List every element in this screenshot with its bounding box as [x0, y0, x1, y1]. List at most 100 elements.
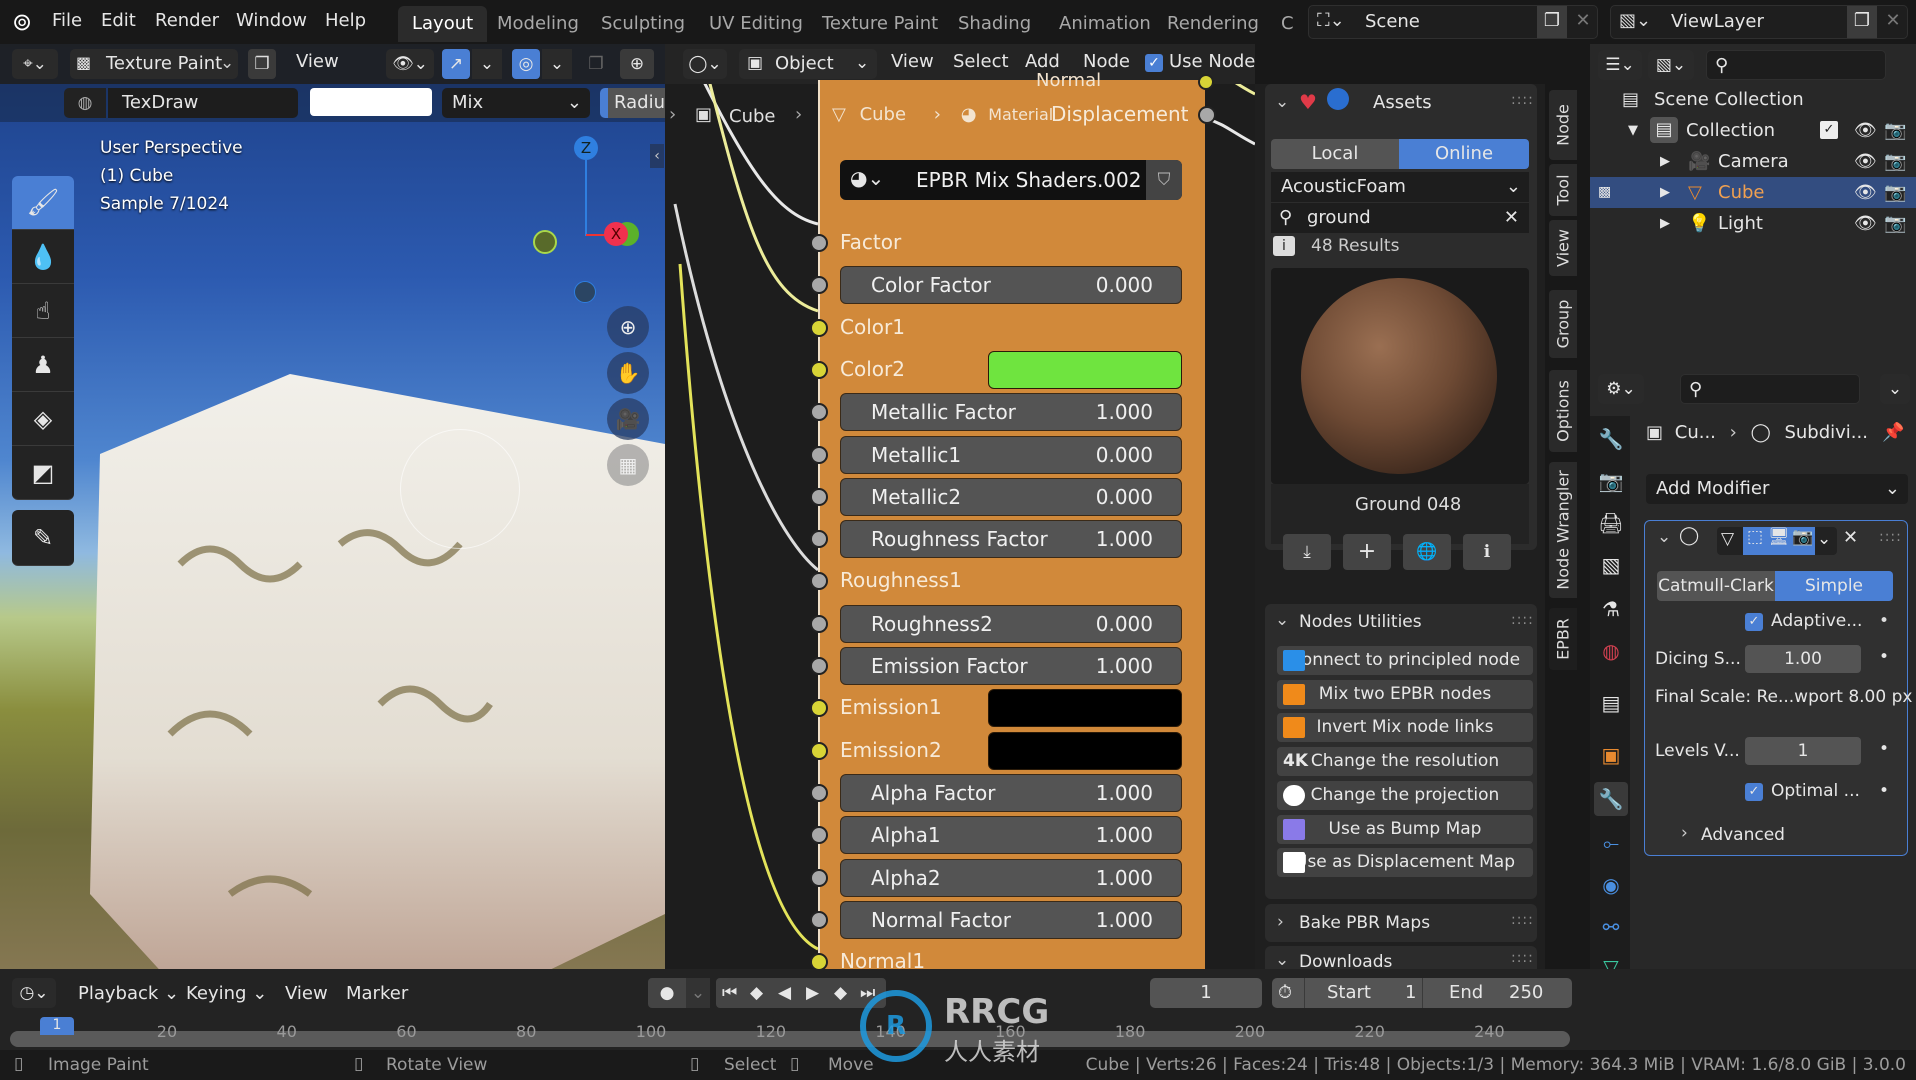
brush-icon[interactable]: ◍	[64, 88, 106, 118]
breadcrumb-object[interactable]: Cube	[729, 106, 775, 127]
levels-viewport-field[interactable]: 1	[1745, 737, 1861, 765]
utility-button[interactable]: Invert Mix node links	[1277, 713, 1533, 743]
open-website-button[interactable]: 🌐	[1403, 534, 1451, 570]
axis-neg-y-gizmo[interactable]	[533, 230, 557, 254]
auto-keying-toggle[interactable]: ●	[648, 978, 686, 1008]
input-socket[interactable]	[810, 784, 828, 802]
subdivision-type-simple[interactable]: Simple	[1775, 571, 1893, 601]
color-swatch[interactable]	[988, 351, 1182, 389]
3d-viewport[interactable]: ⌖⌄ ▩ Texture Paint ⌄ ❐ View 👁⌄ ↗ ⌄ ◎ ⌄ ❐…	[0, 44, 665, 969]
workspace-tab-compositing[interactable]: C	[1267, 6, 1308, 42]
eye-icon[interactable]: 👁	[1854, 115, 1877, 146]
remove-modifier-icon[interactable]: ✕	[1843, 527, 1858, 548]
tool-properties-tab[interactable]: 🔧	[1594, 422, 1628, 456]
view-layer-selector[interactable]: ▧⌄ ViewLayer ❐ ✕	[1610, 5, 1908, 39]
add-asset-button[interactable]: +	[1343, 534, 1391, 570]
scene-properties-tab[interactable]: ⚗	[1594, 592, 1628, 626]
expand-triangle-icon[interactable]: ▶	[1660, 146, 1670, 177]
breadcrumb-mesh[interactable]: Cube	[860, 104, 906, 125]
keyframe-dot-icon[interactable]: •	[1879, 647, 1889, 667]
workspace-tab-modeling[interactable]: Modeling	[483, 6, 593, 42]
workspace-tab-shading[interactable]: Shading	[944, 6, 1045, 42]
smear-tool[interactable]: ☝	[12, 284, 74, 338]
node-input-field[interactable]: Alpha2 1.000	[840, 859, 1182, 897]
shader-node-editor[interactable]: ◯⌄ ▣ Object ⌄ View Select Add Node ✓ Use…	[665, 44, 1255, 969]
render-camera-icon[interactable]: 📷	[1884, 146, 1906, 177]
texture-slot-icon[interactable]: ❐	[248, 49, 276, 79]
viewport-view-menu[interactable]: View	[296, 51, 339, 72]
asset-category-dropdown[interactable]: AcousticFoam ⌄	[1271, 172, 1529, 202]
pin-icon[interactable]: 📌	[1882, 422, 1904, 443]
menu-help[interactable]: Help	[325, 10, 366, 31]
start-frame-field[interactable]: Start 1	[1304, 978, 1422, 1008]
utility-button[interactable]: Use as Bump Map	[1277, 814, 1533, 844]
play-reverse-icon[interactable]: ◀	[778, 978, 791, 1008]
current-frame-indicator[interactable]: 1	[40, 1017, 74, 1035]
viewport-toggle-icon[interactable]: 🖥	[1767, 527, 1791, 555]
mask-tool[interactable]: ◩	[12, 446, 74, 500]
ortho-toggle-button[interactable]: ▦	[607, 444, 649, 486]
input-socket[interactable]	[810, 530, 828, 548]
jump-start-icon[interactable]: ⏮	[722, 978, 737, 1008]
marker-menu[interactable]: Marker	[346, 983, 408, 1004]
outliner-item[interactable]: ▶ 💡 Light 👁 📷	[1590, 208, 1916, 239]
timeline-editor-type[interactable]: ◷⌄	[12, 978, 56, 1008]
utility-button[interactable]: Change the projection	[1277, 780, 1533, 810]
asset-search-input[interactable]: ⚲ ground ✕	[1271, 203, 1529, 233]
timeline-view-menu[interactable]: View	[285, 983, 328, 1004]
keying-set-dropdown[interactable]: ⌄	[686, 978, 710, 1008]
advanced-subpanel[interactable]: Advanced	[1701, 825, 1785, 845]
object-properties-tab[interactable]: ▣	[1594, 738, 1628, 772]
node-input-field[interactable]: Metallic2 0.000	[840, 478, 1182, 516]
exclude-checkbox[interactable]: ✓	[1820, 121, 1838, 139]
workspace-tab-rendering[interactable]: Rendering	[1153, 6, 1273, 42]
sidebar-tab-view[interactable]: View	[1549, 220, 1577, 276]
outliner-collection[interactable]: ▼ ▤ Collection ✓ 👁 📷	[1590, 115, 1916, 146]
playback-menu[interactable]: Playback ⌄	[78, 983, 179, 1004]
asset-info-button[interactable]: ℹ	[1463, 534, 1511, 570]
properties-editor-type[interactable]: ⚙⌄	[1598, 374, 1644, 404]
menu-window[interactable]: Window	[236, 10, 307, 31]
overlay-dropdown[interactable]: ⌄	[542, 49, 572, 79]
new-scene-icon[interactable]: ❐	[1537, 6, 1567, 38]
input-socket[interactable]	[810, 953, 828, 969]
color-swatch[interactable]	[988, 732, 1182, 770]
input-socket[interactable]	[810, 615, 828, 633]
shader-type-button[interactable]: ◯⌄	[683, 49, 727, 79]
mode-selector[interactable]: ▩ Texture Paint ⌄	[70, 49, 238, 79]
sidebar-toggle-icon[interactable]: ‹	[650, 144, 664, 168]
gizmo-dropdown[interactable]: ⌄	[472, 49, 502, 79]
sidebar-tab-node[interactable]: Node	[1549, 90, 1577, 160]
prev-keyframe-icon[interactable]: ◆	[750, 978, 763, 1008]
brush-color-swatch[interactable]	[310, 88, 432, 116]
input-socket[interactable]	[810, 234, 828, 252]
close-view-layer-icon[interactable]: ✕	[1879, 6, 1907, 36]
node-input-field[interactable]: Metallic Factor 1.000	[840, 393, 1182, 431]
menu-render[interactable]: Render	[155, 10, 219, 31]
download-asset-button[interactable]: ⤓	[1283, 534, 1331, 570]
drag-handle-icon[interactable]: ::::	[1511, 92, 1534, 108]
cage-toggle-icon[interactable]: ⬚	[1743, 527, 1767, 555]
eye-icon[interactable]: 👁	[1854, 208, 1877, 239]
sidebar-tab-options[interactable]: Options	[1549, 370, 1577, 452]
output-properties-tab[interactable]: 🖨	[1594, 506, 1628, 540]
properties-options-dropdown[interactable]: ⌄	[1880, 374, 1910, 404]
radius-field[interactable]: Radius	[600, 88, 665, 118]
node-input-field[interactable]: Emission Factor 1.000	[840, 647, 1182, 685]
add-modifier-dropdown[interactable]: Add Modifier ⌄	[1646, 474, 1908, 504]
drag-handle-icon[interactable]: ::::	[1511, 950, 1534, 966]
sidebar-tab-tool[interactable]: Tool	[1549, 164, 1577, 216]
expand-triangle-icon[interactable]: ▶	[1660, 208, 1670, 239]
input-socket[interactable]	[810, 319, 828, 337]
camera-view-button[interactable]: 🎥	[607, 398, 649, 440]
node-input-field[interactable]: Roughness Factor 1.000	[840, 520, 1182, 558]
edit-mode-toggle-icon[interactable]: ▽	[1721, 529, 1734, 549]
axis-neg-z-gizmo[interactable]	[574, 281, 596, 303]
particles-properties-tab[interactable]: ⟜	[1594, 826, 1628, 860]
node-input-field[interactable]: Alpha1 1.000	[840, 816, 1182, 854]
gizmo-toggle-icon[interactable]: ↗	[442, 49, 470, 79]
fill-tool[interactable]: ◈	[12, 392, 74, 446]
scene-selector[interactable]: ⛶⌄ Scene ❐ ✕	[1308, 5, 1598, 39]
xray-toggle-icon[interactable]: ❐	[582, 49, 610, 79]
play-icon[interactable]: ▶	[806, 978, 819, 1008]
